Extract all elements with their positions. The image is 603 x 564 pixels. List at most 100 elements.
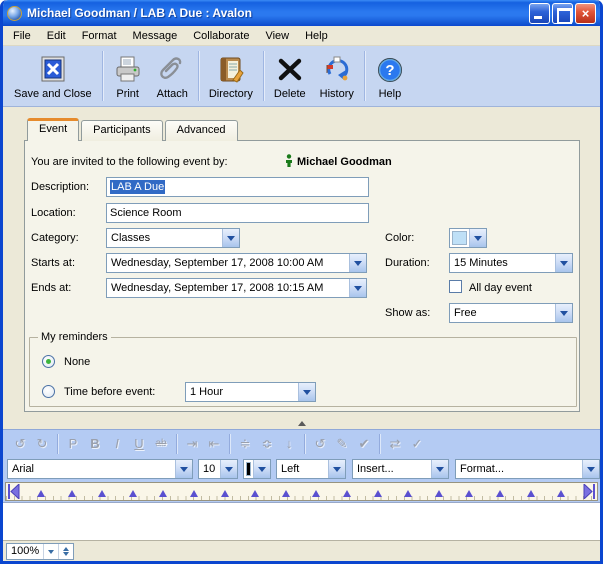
- revert-icon[interactable]: ↺: [309, 436, 331, 452]
- help-button[interactable]: ? Help: [368, 48, 412, 104]
- starts-at-value: Wednesday, September 17, 2008 10:00 AM: [107, 257, 349, 269]
- chevron-down-icon[interactable]: [555, 304, 572, 322]
- font-family-select[interactable]: Arial: [7, 459, 193, 479]
- chevron-down-icon[interactable]: [349, 279, 366, 297]
- all-day-checkbox[interactable]: [449, 280, 462, 293]
- ruler-tabstop-icon[interactable]: [282, 486, 290, 497]
- chevron-down-icon[interactable]: [220, 460, 237, 478]
- chevron-down-icon[interactable]: [582, 460, 599, 478]
- location-input[interactable]: Science Room: [106, 203, 369, 223]
- reminder-time-select[interactable]: 1 Hour: [185, 382, 316, 402]
- tab-advanced[interactable]: Advanced: [165, 120, 238, 141]
- approve-icon[interactable]: ✔: [353, 436, 375, 452]
- italic-icon[interactable]: I: [106, 436, 128, 451]
- delete-button[interactable]: Delete: [267, 48, 313, 104]
- right-margin-marker-icon[interactable]: [583, 484, 595, 502]
- ruler-tabstop-icon[interactable]: [527, 486, 535, 497]
- ruler-tabstop-icon[interactable]: [374, 486, 382, 497]
- tab-event[interactable]: Event: [27, 118, 79, 141]
- ruler-tabstop-icon[interactable]: [251, 486, 259, 497]
- bold-icon[interactable]: B: [84, 436, 106, 451]
- format-toolbar-separator: [229, 434, 230, 454]
- ruler-tabstop-icon[interactable]: [465, 486, 473, 497]
- collapse-handle-icon[interactable]: [298, 417, 306, 426]
- spacing-before-icon[interactable]: ≑: [234, 436, 256, 452]
- font-size-select[interactable]: 10: [198, 459, 238, 479]
- alignment-select[interactable]: Left: [276, 459, 346, 479]
- history-button[interactable]: History: [313, 48, 361, 104]
- color-select[interactable]: [449, 228, 487, 248]
- plain-style-icon[interactable]: P: [62, 436, 84, 451]
- ruler-tabstop-icon[interactable]: [557, 486, 565, 497]
- menu-item-file[interactable]: File: [5, 27, 39, 45]
- find-replace-icon[interactable]: ⇄: [384, 436, 406, 452]
- ruler-tabstop-icon[interactable]: [129, 486, 137, 497]
- ruler-tabstop-icon[interactable]: [435, 486, 443, 497]
- text-color-select[interactable]: [243, 459, 271, 479]
- ruler-tabstop-icon[interactable]: [496, 486, 504, 497]
- spinner-up-icon[interactable]: [63, 544, 69, 551]
- chevron-down-icon[interactable]: [298, 383, 315, 401]
- left-margin-marker-icon[interactable]: [8, 484, 20, 502]
- menu-item-collaborate[interactable]: Collaborate: [185, 27, 257, 45]
- menu-item-format[interactable]: Format: [74, 27, 125, 45]
- ruler-tabstop-icon[interactable]: [37, 486, 45, 497]
- description-input[interactable]: LAB A Due: [106, 177, 369, 197]
- ruler-tabstop-icon[interactable]: [68, 486, 76, 497]
- chevron-down-icon[interactable]: [43, 544, 58, 559]
- sign-icon[interactable]: ✎: [331, 436, 353, 452]
- ruler-tabstop-icon[interactable]: [221, 486, 229, 497]
- strikethrough-icon[interactable]: ab: [150, 438, 172, 449]
- chevron-down-icon[interactable]: [175, 460, 192, 478]
- spinner-down-icon[interactable]: [63, 552, 69, 559]
- maximize-button[interactable]: [552, 3, 573, 24]
- starts-at-select[interactable]: Wednesday, September 17, 2008 10:00 AM: [106, 253, 367, 273]
- attach-button[interactable]: Attach: [150, 48, 195, 104]
- ruler-tabstop-icon[interactable]: [98, 486, 106, 497]
- print-button[interactable]: Print: [106, 48, 150, 104]
- tab-participants[interactable]: Participants: [81, 120, 162, 141]
- zoom-control[interactable]: 100%: [6, 543, 74, 560]
- menu-item-view[interactable]: View: [257, 27, 297, 45]
- chevron-down-icon[interactable]: [253, 460, 270, 478]
- save-and-close-button[interactable]: Save and Close: [7, 48, 99, 104]
- undo-icon[interactable]: ↺: [9, 436, 31, 452]
- insert-select[interactable]: Insert...: [352, 459, 449, 479]
- print-label: Print: [116, 88, 139, 100]
- chevron-down-icon[interactable]: [328, 460, 345, 478]
- format-select[interactable]: Format...: [455, 459, 600, 479]
- redo-icon[interactable]: ↻: [31, 436, 53, 452]
- ruler-tabstop-icon[interactable]: [190, 486, 198, 497]
- chevron-down-icon[interactable]: [431, 460, 448, 478]
- ends-at-select[interactable]: Wednesday, September 17, 2008 10:15 AM: [106, 278, 367, 298]
- directory-button[interactable]: Directory: [202, 48, 260, 104]
- ruler-tabstop-icon[interactable]: [343, 486, 351, 497]
- titlebar[interactable]: Michael Goodman / LAB A Due : Avalon ×: [3, 0, 600, 26]
- menu-item-message[interactable]: Message: [125, 27, 186, 45]
- show-as-select[interactable]: Free: [449, 303, 573, 323]
- zoom-spinner[interactable]: [58, 544, 73, 559]
- underline-icon[interactable]: U: [128, 436, 150, 451]
- minimize-button[interactable]: [529, 3, 550, 24]
- reminder-none-radio[interactable]: [42, 355, 55, 368]
- move-down-icon[interactable]: ↓: [278, 436, 300, 451]
- chevron-down-icon[interactable]: [555, 254, 572, 272]
- menu-item-edit[interactable]: Edit: [39, 27, 74, 45]
- message-body[interactable]: [3, 502, 600, 540]
- reminder-time-radio[interactable]: [42, 385, 55, 398]
- ruler-tabstop-icon[interactable]: [312, 486, 320, 497]
- chevron-down-icon[interactable]: [349, 254, 366, 272]
- chevron-down-icon[interactable]: [222, 229, 239, 247]
- ruler[interactable]: [5, 482, 598, 501]
- spell-check-icon[interactable]: ✓: [406, 436, 428, 452]
- ruler-tabstop-icon[interactable]: [159, 486, 167, 497]
- indent-less-icon[interactable]: ⇤: [203, 436, 225, 452]
- duration-select[interactable]: 15 Minutes: [449, 253, 573, 273]
- close-button[interactable]: ×: [575, 3, 596, 24]
- category-select[interactable]: Classes: [106, 228, 240, 248]
- ruler-tabstop-icon[interactable]: [404, 486, 412, 497]
- indent-more-icon[interactable]: ⇥: [181, 436, 203, 452]
- menu-item-help[interactable]: Help: [297, 27, 336, 45]
- spacing-after-icon[interactable]: ≎: [256, 436, 278, 452]
- chevron-down-icon[interactable]: [469, 229, 486, 247]
